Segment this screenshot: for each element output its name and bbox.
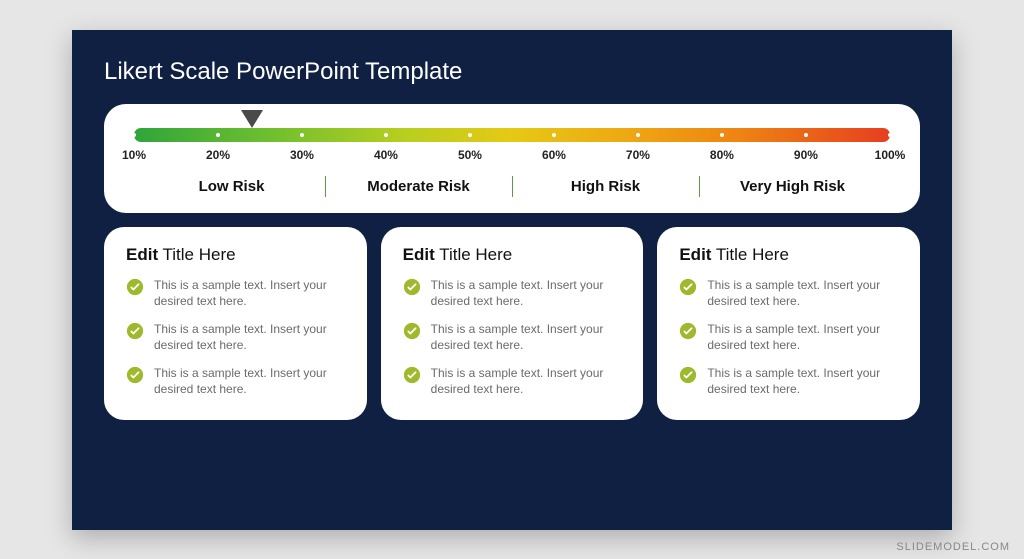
risk-label-low: Low Risk xyxy=(138,178,325,195)
list-item: This is a sample text. Insert your desir… xyxy=(126,321,345,353)
check-icon xyxy=(679,322,697,340)
scale-tick xyxy=(216,133,220,137)
bullet-text: This is a sample text. Insert your desir… xyxy=(154,365,345,397)
scale-tick xyxy=(636,133,640,137)
scale-card: 10% 20% 30% 40% 50% 60% 70% 80% 90% 100%… xyxy=(104,104,920,213)
list-item: This is a sample text. Insert your desir… xyxy=(403,365,622,397)
cards-row: Edit Title Here This is a sample text. I… xyxy=(104,227,920,420)
content-card: Edit Title Here This is a sample text. I… xyxy=(104,227,367,420)
list-item: This is a sample text. Insert your desir… xyxy=(679,321,898,353)
risk-label-high: High Risk xyxy=(512,178,699,195)
scale-tick xyxy=(888,133,892,137)
scale-tick xyxy=(300,133,304,137)
check-icon xyxy=(403,278,421,296)
tick-label: 50% xyxy=(458,148,482,162)
tick-label: 90% xyxy=(794,148,818,162)
list-item: This is a sample text. Insert your desir… xyxy=(679,365,898,397)
card-title-rest: Title Here xyxy=(158,245,235,264)
tick-label: 100% xyxy=(875,148,906,162)
scale-tick xyxy=(552,133,556,137)
scale-tick xyxy=(720,133,724,137)
bullet-text: This is a sample text. Insert your desir… xyxy=(431,277,622,309)
list-item: This is a sample text. Insert your desir… xyxy=(126,365,345,397)
check-icon xyxy=(679,278,697,296)
scale-area: 10% 20% 30% 40% 50% 60% 70% 80% 90% 100% xyxy=(134,128,890,142)
check-icon xyxy=(126,366,144,384)
bullet-text: This is a sample text. Insert your desir… xyxy=(707,321,898,353)
check-icon xyxy=(403,366,421,384)
check-icon xyxy=(126,322,144,340)
tick-label: 40% xyxy=(374,148,398,162)
bullet-text: This is a sample text. Insert your desir… xyxy=(154,277,345,309)
card-title: Edit Title Here xyxy=(679,245,898,265)
card-title: Edit Title Here xyxy=(403,245,622,265)
scale-tick xyxy=(468,133,472,137)
card-title-bold: Edit xyxy=(679,245,711,264)
triangle-marker-icon[interactable] xyxy=(241,110,263,133)
list-item: This is a sample text. Insert your desir… xyxy=(403,277,622,309)
check-icon xyxy=(403,322,421,340)
content-card: Edit Title Here This is a sample text. I… xyxy=(657,227,920,420)
content-card: Edit Title Here This is a sample text. I… xyxy=(381,227,644,420)
list-item: This is a sample text. Insert your desir… xyxy=(403,321,622,353)
risk-row: Low Risk Moderate Risk High Risk Very Hi… xyxy=(134,178,890,199)
card-title-rest: Title Here xyxy=(711,245,788,264)
card-title-bold: Edit xyxy=(126,245,158,264)
bullet-text: This is a sample text. Insert your desir… xyxy=(154,321,345,353)
scale-tick xyxy=(804,133,808,137)
tick-label: 60% xyxy=(542,148,566,162)
bullet-text: This is a sample text. Insert your desir… xyxy=(707,365,898,397)
check-icon xyxy=(679,366,697,384)
scale-tick xyxy=(384,133,388,137)
slide-title: Likert Scale PowerPoint Template xyxy=(104,58,920,86)
list-item: This is a sample text. Insert your desir… xyxy=(679,277,898,309)
card-title: Edit Title Here xyxy=(126,245,345,265)
tick-label: 80% xyxy=(710,148,734,162)
bullet-text: This is a sample text. Insert your desir… xyxy=(707,277,898,309)
list-item: This is a sample text. Insert your desir… xyxy=(126,277,345,309)
bullet-text: This is a sample text. Insert your desir… xyxy=(431,321,622,353)
risk-label-veryhigh: Very High Risk xyxy=(699,178,886,195)
card-title-bold: Edit xyxy=(403,245,435,264)
scale-tick xyxy=(132,133,136,137)
check-icon xyxy=(126,278,144,296)
tick-label: 70% xyxy=(626,148,650,162)
tick-label: 10% xyxy=(122,148,146,162)
watermark: SLIDEMODEL.COM xyxy=(896,541,1010,553)
tick-label: 20% xyxy=(206,148,230,162)
tick-label: 30% xyxy=(290,148,314,162)
slide: Likert Scale PowerPoint Template 10% 20%… xyxy=(72,30,952,530)
bullet-text: This is a sample text. Insert your desir… xyxy=(431,365,622,397)
risk-label-moderate: Moderate Risk xyxy=(325,178,512,195)
card-title-rest: Title Here xyxy=(435,245,512,264)
